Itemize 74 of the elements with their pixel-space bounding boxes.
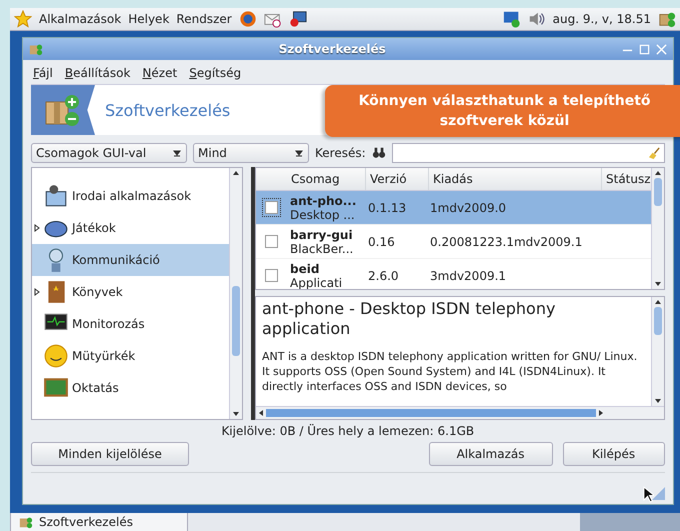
callout-banner: Könnyen választhatunk a telepíthető szoftverek közül [324,85,680,137]
star-icon[interactable] [14,10,32,28]
release-cell-text: 3mdv2009.1 [429,268,508,282]
menu-item[interactable]: Fájl [33,66,53,80]
table-row[interactable]: barry-gui BlackBer... 0.16 0.20081223.1mdv2009.1 [256,225,651,259]
category-item[interactable]: Könyvek [32,276,229,308]
panel-menu[interactable]: Rendszer [176,12,232,26]
category-item[interactable]: Mütyürkék [32,340,229,372]
column-header[interactable]: Csomag [287,168,366,190]
close-icon[interactable] [656,44,667,54]
category-icon [43,183,69,209]
version-cell-text: 2.6.0 [367,268,400,282]
column-header[interactable]: Verzió [366,168,429,190]
table-row[interactable]: beid Applicati 2.6.0 3mdv2009.1 [256,259,651,289]
release-cell-text: 0.20081223.1mdv2009.1 [429,234,584,248]
monitor-icon[interactable] [288,10,307,28]
search-label: Keresés: [315,146,366,160]
status-dropdown[interactable]: Mind [193,143,309,163]
broom-icon[interactable] [648,146,661,160]
menu-item[interactable]: Nézet [142,66,178,80]
description-title: ant-phone - Desktop ISDN telephony application [262,299,556,339]
column-header[interactable]: Kiadás [429,168,602,190]
action-button[interactable]: Minden kijelölése [31,442,189,466]
package-name: beid [290,262,320,276]
description-text: ANT is a desktop ISDN telephony application written for GNU/ Linux. It supports OSS (Open Sound System) and I4L (ISDN4Linux). It directly interfaces OSS and ISDN devices, so [262,349,638,394]
dropdown-icon [294,148,304,158]
search-field[interactable] [392,143,665,163]
binoculars-icon [372,146,386,160]
category-item[interactable]: Kommunikáció [32,244,229,276]
package-icon [19,515,33,529]
scrollbar[interactable] [256,406,664,419]
panel-menu[interactable]: Alkalmazások [39,12,122,26]
menu-item[interactable]: Beállítások [64,66,130,80]
dropdown-icon [172,148,182,158]
version-cell-text: 0.16 [367,234,396,248]
action-button[interactable]: Alkalmazás [428,442,553,466]
category-item[interactable]: Játékok [32,212,229,244]
category-item[interactable]: Monitorozás [32,308,229,340]
speaker-icon[interactable] [528,10,546,28]
maximize-icon[interactable] [638,44,650,54]
checkbox[interactable] [264,235,278,248]
group-dropdown[interactable]: Csomagok GUI-val [31,143,187,163]
version-cell-text: 0.1.13 [367,200,408,214]
action-button[interactable]: Kilépés [562,442,665,466]
globe-icon[interactable] [238,10,257,28]
panel-menu[interactable]: Helyek [128,12,170,26]
release-cell-text: 1mdv2009.0 [429,200,508,214]
clock-text[interactable]: aug. 9., v, 18.51 [552,12,651,26]
scrollbar[interactable] [650,297,664,406]
checkbox[interactable] [264,269,278,282]
package-icon[interactable] [658,10,676,28]
package-summary: Applicati [290,276,344,289]
scrollbar[interactable] [229,168,242,419]
package-icon [29,42,43,56]
expander-icon[interactable] [34,288,40,296]
category-item[interactable]: Irodai alkalmazások [32,180,229,212]
resize-grip-icon[interactable] [652,487,665,500]
scrollbar[interactable] [650,168,664,289]
network-icon[interactable] [502,10,521,28]
menu-item[interactable]: Segítség [189,66,242,80]
column-header[interactable]: Státusz [602,168,651,190]
window-title: Szoftverkezelés [278,42,387,56]
package-summary: BlackBer... [290,242,354,256]
task-button[interactable]: Szoftverkezelés [10,512,188,531]
package-name: ant-pho... [290,194,358,208]
workspace-switcher[interactable] [580,513,680,531]
status-text: Kijelölve: 0B / Üres hely a lemezen: 6.1GB [220,424,476,438]
category-icon [43,343,69,369]
header-title: Szoftverkezelés [105,100,230,120]
expander-icon[interactable] [34,224,40,232]
category-item[interactable]: Oktatás [32,372,229,404]
mouse-pointer-icon [643,486,654,503]
package-summary: Desktop ... [290,208,356,222]
package-name: barry-gui [290,228,354,242]
